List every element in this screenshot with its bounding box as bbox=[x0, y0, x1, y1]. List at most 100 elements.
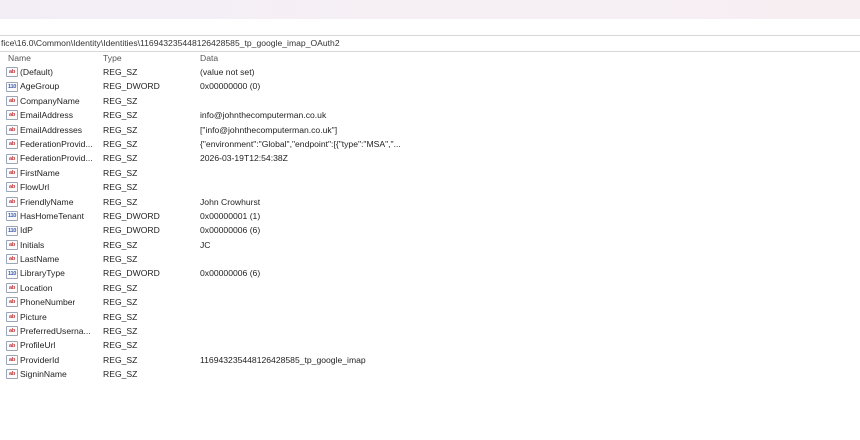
value-name-cell: ab ProviderId bbox=[6, 353, 96, 367]
value-name-cell: ab SigninName bbox=[6, 367, 96, 381]
column-header-data[interactable]: Data bbox=[200, 52, 840, 65]
value-name-cell: ab ProfileUrl bbox=[6, 338, 96, 352]
value-type: REG_SZ bbox=[103, 311, 138, 322]
value-name: FederationProvid... bbox=[20, 138, 93, 149]
list-header: Name Type Data bbox=[0, 52, 860, 65]
value-name-cell: ab FriendlyName bbox=[6, 195, 96, 209]
table-row[interactable]: ab FederationProvid... REG_SZ {"environment… bbox=[0, 137, 860, 151]
registry-values-list[interactable]: Name Type Data ab (Default) REG_SZ (value n… bbox=[0, 52, 860, 440]
value-type: REG_SZ bbox=[103, 340, 138, 351]
table-row[interactable]: ab LastName REG_SZ bbox=[0, 252, 860, 266]
value-name-cell: ab LastName bbox=[6, 252, 96, 266]
value-data: John Crowhurst bbox=[200, 196, 261, 207]
table-row[interactable]: 110 HasHomeTenant REG_DWORD 0x00000001 (1) bbox=[0, 209, 860, 223]
string-value-icon: ab bbox=[6, 326, 18, 337]
string-value-icon: ab bbox=[6, 124, 18, 135]
value-name-cell: ab Location bbox=[6, 281, 96, 295]
value-data: JC bbox=[200, 239, 211, 250]
address-path[interactable]: fice\16.0\Common\Identity\Identities\116… bbox=[0, 38, 340, 48]
value-name: ProfileUrl bbox=[20, 340, 56, 351]
value-data: 0x00000006 (6) bbox=[200, 268, 261, 279]
value-name-cell: ab Picture bbox=[6, 310, 96, 324]
table-row[interactable]: ab ProfileUrl REG_SZ bbox=[0, 338, 860, 352]
value-type: REG_SZ bbox=[103, 124, 138, 135]
table-row[interactable]: ab Picture REG_SZ bbox=[0, 310, 860, 324]
title-bar bbox=[0, 0, 860, 19]
table-row[interactable]: 110 AgeGroup REG_DWORD 0x00000000 (0) bbox=[0, 79, 860, 93]
value-data: 0x00000006 (6) bbox=[200, 225, 261, 236]
string-value-icon: ab bbox=[6, 167, 18, 178]
value-name: PhoneNumber bbox=[20, 297, 76, 308]
value-name: Initials bbox=[20, 239, 45, 250]
value-type: REG_SZ bbox=[103, 95, 138, 106]
value-name-cell: 110 IdP bbox=[6, 223, 96, 237]
string-value-icon: ab bbox=[6, 311, 18, 322]
value-name: EmailAddresses bbox=[20, 124, 83, 135]
string-value-icon: ab bbox=[6, 340, 18, 351]
dword-value-icon: 110 bbox=[6, 81, 18, 92]
string-value-icon: ab bbox=[6, 110, 18, 121]
string-value-icon: ab bbox=[6, 67, 18, 78]
string-value-icon: ab bbox=[6, 182, 18, 193]
table-row[interactable]: ab Initials REG_SZ JC bbox=[0, 238, 860, 252]
value-data: (value not set) bbox=[200, 67, 255, 77]
string-value-icon: ab bbox=[6, 297, 18, 308]
value-type: REG_SZ bbox=[103, 153, 138, 164]
value-type: REG_DWORD bbox=[103, 225, 160, 236]
string-value-icon: ab bbox=[6, 139, 18, 150]
table-row[interactable]: ab FirstName REG_SZ bbox=[0, 166, 860, 180]
string-value-icon: ab bbox=[6, 239, 18, 250]
table-row[interactable]: ab (Default) REG_SZ (value not set) bbox=[0, 65, 860, 79]
table-row[interactable]: ab SigninName REG_SZ bbox=[0, 367, 860, 381]
string-value-icon: ab bbox=[6, 283, 18, 294]
value-type: REG_SZ bbox=[103, 138, 138, 149]
value-name: CompanyName bbox=[20, 95, 80, 106]
value-name: Picture bbox=[20, 311, 47, 322]
value-name-cell: ab FederationProvid... bbox=[6, 137, 96, 151]
value-type: REG_SZ bbox=[103, 110, 138, 121]
string-value-icon: ab bbox=[6, 196, 18, 207]
value-name-cell: ab Initials bbox=[6, 238, 96, 252]
string-value-icon: ab bbox=[6, 95, 18, 106]
column-header-type[interactable]: Type bbox=[103, 52, 193, 65]
list-body: ab (Default) REG_SZ (value not set) 110 AgeGr… bbox=[0, 65, 860, 382]
value-name-cell: ab FlowUrl bbox=[6, 180, 96, 194]
address-bar[interactable]: fice\16.0\Common\Identity\Identities\116… bbox=[0, 35, 860, 52]
table-row[interactable]: 110 IdP REG_DWORD 0x00000006 (6) bbox=[0, 223, 860, 237]
value-name: FirstName bbox=[20, 167, 60, 178]
table-row[interactable]: ab EmailAddresses REG_SZ ["info@johnthecomp… bbox=[0, 123, 860, 137]
table-row[interactable]: 110 LibraryType REG_DWORD 0x00000006 (6) bbox=[0, 266, 860, 280]
table-row[interactable]: ab Location REG_SZ bbox=[0, 281, 860, 295]
value-name: IdP bbox=[20, 225, 33, 236]
table-row[interactable]: ab FriendlyName REG_SZ John Crowhurst bbox=[0, 195, 860, 209]
string-value-icon: ab bbox=[6, 369, 18, 380]
value-type: REG_SZ bbox=[103, 354, 138, 365]
value-name-cell: ab EmailAddresses bbox=[6, 123, 96, 137]
value-type: REG_SZ bbox=[103, 326, 138, 337]
table-row[interactable]: ab PhoneNumber REG_SZ bbox=[0, 295, 860, 309]
value-type: REG_SZ bbox=[103, 182, 138, 193]
value-type: REG_SZ bbox=[103, 297, 138, 308]
value-name-cell: ab FirstName bbox=[6, 166, 96, 180]
table-row[interactable]: ab FederationProvid... REG_SZ 2026-03-19T12… bbox=[0, 151, 860, 165]
value-name: EmailAddress bbox=[20, 110, 74, 121]
value-type: REG_SZ bbox=[103, 239, 138, 250]
dword-value-icon: 110 bbox=[6, 268, 18, 279]
table-row[interactable]: ab EmailAddress REG_SZ info@johnthecomputer… bbox=[0, 108, 860, 122]
value-name-cell: ab CompanyName bbox=[6, 94, 96, 108]
value-data: info@johnthecomputerman.co.uk bbox=[200, 110, 327, 121]
column-header-name[interactable]: Name bbox=[8, 52, 98, 65]
value-type: REG_SZ bbox=[103, 67, 138, 77]
value-type: REG_SZ bbox=[103, 254, 138, 265]
table-row[interactable]: ab FlowUrl REG_SZ bbox=[0, 180, 860, 194]
value-type: REG_SZ bbox=[103, 196, 138, 207]
value-data: {"environment":"Global","endpoint":[{"ty… bbox=[200, 138, 401, 149]
table-row[interactable]: ab CompanyName REG_SZ bbox=[0, 94, 860, 108]
value-name-cell: 110 AgeGroup bbox=[6, 79, 96, 93]
table-row[interactable]: ab PreferredUserna... REG_SZ bbox=[0, 324, 860, 338]
value-name: FlowUrl bbox=[20, 182, 50, 193]
dword-value-icon: 110 bbox=[6, 225, 18, 236]
table-row[interactable]: ab ProviderId REG_SZ 116943235448126428585_… bbox=[0, 353, 860, 367]
value-name-cell: 110 LibraryType bbox=[6, 266, 96, 280]
value-name-cell: ab PhoneNumber bbox=[6, 295, 96, 309]
